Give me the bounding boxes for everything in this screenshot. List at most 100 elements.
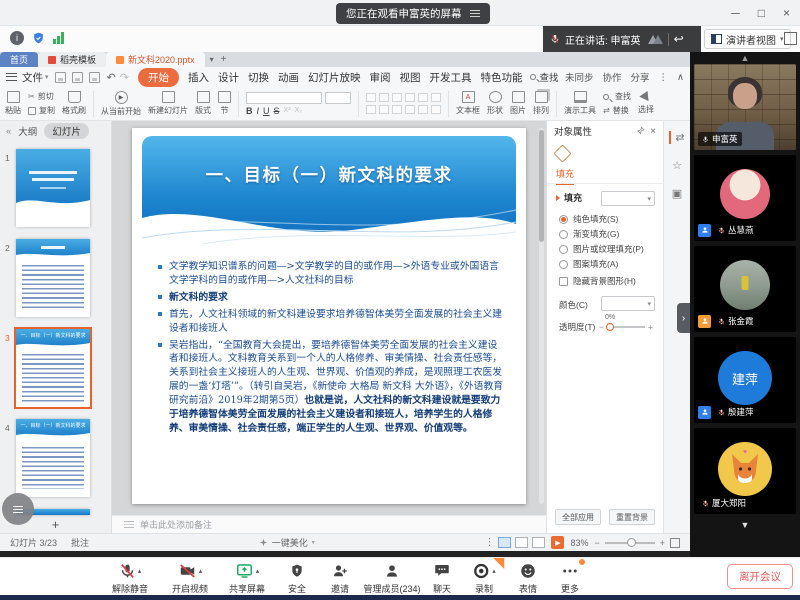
meeting-info-icon[interactable]: i (10, 31, 24, 45)
thumbnail-float-menu-button[interactable] (2, 493, 34, 525)
textbox-button[interactable]: A 文本框 (456, 91, 480, 116)
manage-members-button[interactable]: 管理成员(234) (363, 561, 420, 595)
zoom-knob[interactable] (627, 538, 636, 547)
hide-background-checkbox[interactable]: 隐藏背景图形(H) (559, 275, 636, 287)
opacity-knob[interactable] (606, 323, 614, 331)
invite-button[interactable]: 邀请 (331, 561, 349, 595)
ribbon-tab-developer[interactable]: 开发工具 (429, 70, 471, 85)
reactions-button[interactable]: 表情 (519, 561, 537, 595)
presenter-view-button[interactable]: 演讲者视图 ▾ (704, 29, 791, 49)
share-button[interactable]: 分享 (631, 70, 650, 84)
collapse-panel-icon[interactable]: « (6, 126, 11, 137)
slide-sorter-view-button[interactable] (515, 537, 528, 548)
new-tab-button[interactable]: + (221, 54, 227, 65)
replace-button[interactable]: ⇄替换 (603, 105, 631, 116)
format-painter-button[interactable]: 格式刷 (62, 91, 86, 116)
start-video-button[interactable]: ▴ 开启视频 (172, 561, 208, 595)
new-slide-button[interactable]: 新建幻灯片 (148, 91, 188, 116)
participant-tile[interactable]: 张金霞 (694, 246, 796, 332)
fill-type-dropdown[interactable]: ▾ (601, 191, 655, 206)
file-menu[interactable]: 文件 (22, 70, 43, 85)
opacity-slider[interactable]: − 0% + (599, 322, 653, 332)
participant-tile[interactable]: ♥ 厦大郑阳 (694, 428, 796, 514)
slide-thumbnail-2[interactable] (16, 239, 90, 317)
italic-button[interactable]: I (257, 106, 260, 116)
save-icon[interactable] (55, 72, 66, 83)
fit-slide-button[interactable] (670, 538, 680, 548)
fill-option-pattern[interactable]: 图案填充(A) (559, 258, 618, 270)
main-menu-icon[interactable] (6, 73, 17, 81)
slide-thumbnail-1[interactable] (16, 149, 90, 227)
beautify-button[interactable]: 一键美化 ▾ (259, 536, 315, 549)
bold-button[interactable]: B (246, 106, 253, 116)
resources-strip-icon[interactable]: ▣ (672, 187, 682, 200)
zoom-slider[interactable] (605, 542, 655, 544)
layout-button[interactable]: 版式 (195, 91, 211, 116)
close-button[interactable]: × (783, 6, 790, 20)
scroll-down-icon[interactable]: ▼ (690, 519, 800, 531)
tab-home[interactable]: 首页 (0, 52, 38, 67)
tab-list-caret-icon[interactable]: ▾ (210, 55, 214, 64)
ribbon-find[interactable]: 查找 (530, 70, 558, 84)
shape-button[interactable]: 形状 (487, 91, 503, 116)
picture-button[interactable]: 图片 (510, 91, 526, 116)
ribbon-tab-insert[interactable]: 插入 (188, 70, 209, 85)
participant-tile[interactable]: 申富英 (694, 64, 796, 150)
section-button[interactable]: 节 (218, 91, 231, 116)
banner-menu-icon[interactable] (470, 10, 480, 17)
fill-section-header[interactable]: 填充 (556, 191, 582, 204)
preview-icon[interactable] (89, 72, 100, 83)
more-button[interactable]: 更多 (561, 561, 579, 595)
font-name-input[interactable] (246, 92, 322, 104)
slide-scrollbar[interactable] (539, 128, 544, 504)
superscript-button[interactable]: X² (284, 107, 291, 114)
arrange-button[interactable]: 排列 (533, 91, 549, 116)
zoom-in-button[interactable]: + (660, 538, 665, 548)
minimize-button[interactable]: ─ (731, 6, 740, 20)
apply-all-button[interactable]: 全部应用 (555, 509, 601, 525)
properties-strip-icon[interactable]: ⇄ (669, 131, 684, 144)
ribbon-tab-start[interactable]: 开始 (138, 68, 179, 87)
current-slide[interactable]: 一、目标（一）新文科的要求 文学教学知识谱系的问题—>文学教学的目的或作用—>外… (132, 128, 526, 504)
participant-tile[interactable]: 建萍 殷建萍 (694, 337, 796, 423)
print-icon[interactable] (72, 72, 83, 83)
tab-current-file[interactable]: 新文科2020.pptx (106, 52, 205, 67)
copy-button[interactable]: 复制 (28, 105, 55, 116)
mic-options-caret[interactable]: ▴ (138, 567, 142, 575)
unmute-button[interactable]: ▴ 解除静音 (112, 561, 148, 595)
collapse-ribbon-icon[interactable]: ∧ (677, 72, 684, 83)
notes-bar[interactable]: 单击此处添加备注 (112, 515, 546, 533)
slideshow-play-button[interactable]: ▶ (551, 536, 564, 549)
reset-background-button[interactable]: 重置背景 (609, 509, 655, 525)
zoom-out-button[interactable]: − (594, 538, 599, 548)
present-tools-button[interactable]: 演示工具 (564, 91, 596, 116)
chat-button[interactable]: 聊天 (433, 561, 451, 595)
status-menu-icon[interactable]: ⋮ (484, 537, 494, 548)
comments-button[interactable]: 批注 (71, 536, 89, 549)
security-button[interactable]: 安全 (288, 561, 306, 595)
fill-option-gradient[interactable]: 渐变填充(G) (559, 228, 619, 240)
panel-expander-button[interactable]: › (677, 303, 690, 333)
record-button[interactable]: ▴ 录制 (472, 561, 496, 595)
select-button[interactable]: 选择 (638, 93, 654, 115)
fullscreen-icon[interactable] (784, 32, 797, 45)
close-panel-icon[interactable]: × (650, 126, 656, 137)
cut-button[interactable]: ✂剪切 (28, 91, 55, 102)
ribbon-tab-features[interactable]: 特色功能 (480, 70, 522, 85)
redo-icon[interactable]: ↷ (120, 71, 129, 84)
collab-button[interactable]: 协作 (603, 70, 622, 84)
fill-option-picture[interactable]: 图片或纹理填充(P) (559, 243, 644, 255)
ribbon-tab-view[interactable]: 视图 (399, 70, 420, 85)
fill-option-solid[interactable]: 纯色填充(S) (559, 213, 618, 225)
pin-icon[interactable] (636, 126, 645, 137)
ribbon-tab-transition[interactable]: 切换 (248, 70, 269, 85)
maximize-button[interactable]: □ (758, 6, 765, 20)
paste-button[interactable]: 粘贴 (5, 91, 21, 116)
outline-tab[interactable]: 大纲 (18, 124, 37, 138)
subscript-button[interactable]: X₂ (295, 107, 302, 114)
video-options-caret[interactable]: ▴ (199, 567, 203, 575)
find-button[interactable]: 查找 (603, 91, 631, 102)
ribbon-tab-design[interactable]: 设计 (218, 70, 239, 85)
font-size-input[interactable] (325, 92, 351, 104)
strike-button[interactable]: S (274, 106, 280, 116)
